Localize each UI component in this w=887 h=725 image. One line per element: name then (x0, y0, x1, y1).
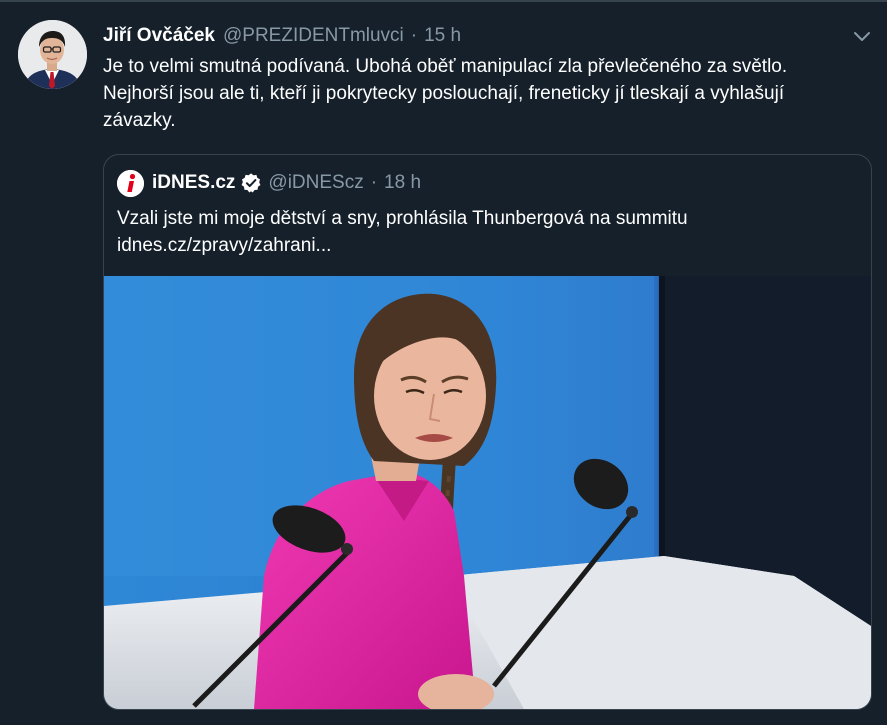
quoted-tweet-header: iDNES.cz @iDNEScz · 18 h (117, 169, 421, 197)
chevron-down-icon[interactable] (851, 26, 873, 48)
verified-badge-icon (240, 172, 262, 194)
separator-dot: · (370, 172, 378, 193)
quoted-tweet-time[interactable]: 18 h (384, 172, 421, 194)
quoted-tweet-text: Vzali jste mi moje dětství a sny, prohlá… (117, 205, 857, 259)
tweet-text-line: Je to velmi smutná podívaná. Ubohá oběť … (103, 56, 788, 77)
quoted-tweet[interactable]: iDNES.cz @iDNEScz · 18 h Vzali jste mi m… (103, 154, 872, 710)
quoted-author-handle[interactable]: @iDNEScz (268, 172, 363, 194)
tweet-header: Jiří Ovčáček @PREZIDENTmluvci · 15 h (103, 22, 461, 50)
quoted-text-line: Vzali jste mi moje dětství a sny, prohlá… (117, 208, 688, 229)
idnes-logo-icon (117, 169, 144, 197)
tweet-time[interactable]: 15 h (424, 25, 461, 47)
quoted-link[interactable]: idnes.cz/zpravy/zahrani... (117, 232, 857, 259)
author-name[interactable]: Jiří Ovčáček (103, 25, 215, 47)
tweet-page: Jiří Ovčáček @PREZIDENTmluvci · 15 h Je … (0, 0, 887, 725)
separator-dot: · (410, 25, 418, 46)
quoted-author-name[interactable]: iDNES.cz (152, 172, 235, 194)
tweet-text-line: Nejhorší jsou ale ti, kteří ji pokryteck… (103, 83, 785, 104)
avatar[interactable] (18, 20, 87, 89)
tweet-text: Je to velmi smutná podívaná. Ubohá oběť … (103, 53, 873, 134)
quoted-tweet-image[interactable] (104, 276, 871, 709)
author-handle[interactable]: @PREZIDENTmluvci (223, 25, 404, 47)
tweet-text-line: závazky. (103, 110, 176, 131)
